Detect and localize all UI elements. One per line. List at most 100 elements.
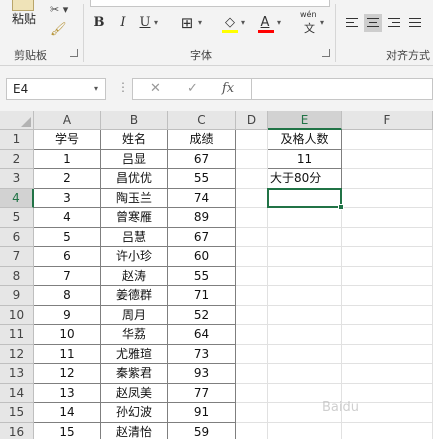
cell-f6[interactable] [342,228,433,247]
cell-c10[interactable]: 52 [168,306,236,325]
cell-a3[interactable]: 2 [34,169,101,189]
cell-d7[interactable] [236,247,268,267]
underline-dropdown-icon[interactable]: ▾ [154,14,158,32]
cell-f7[interactable] [342,247,433,267]
italic-button[interactable]: I [116,14,130,32]
cell-d3[interactable] [236,169,268,189]
cell-b3[interactable]: 昌优优 [101,169,168,189]
cell-f11[interactable] [342,325,433,345]
cell-d1[interactable] [236,130,268,150]
cell-d2[interactable] [236,150,268,169]
cell-a9[interactable]: 8 [34,286,101,306]
cell-f12[interactable] [342,345,433,364]
font-launcher-icon[interactable] [322,49,330,57]
cell-a7[interactable]: 6 [34,247,101,267]
cell-e9[interactable] [268,286,342,306]
cell-e3[interactable]: 大于80分 [268,169,342,189]
row-header-4[interactable]: 4 [0,189,34,208]
cell-b13[interactable]: 秦紫君 [101,364,168,384]
row-header-13[interactable]: 13 [0,364,34,384]
cell-c15[interactable]: 91 [168,403,236,423]
column-header-e[interactable]: E [268,111,342,130]
row-header-14[interactable]: 14 [0,384,34,403]
cell-e13[interactable] [268,364,342,384]
cell-b10[interactable]: 周月 [101,306,168,325]
enter-icon[interactable]: ✓ [187,80,198,98]
cell-f13[interactable] [342,364,433,384]
cell-b2[interactable]: 吕显 [101,150,168,169]
cell-e11[interactable] [268,325,342,345]
cell-a12[interactable]: 11 [34,345,101,364]
cell-a15[interactable]: 14 [34,403,101,423]
cell-b11[interactable]: 华荔 [101,325,168,345]
cell-f5[interactable] [342,208,433,228]
row-header-7[interactable]: 7 [0,247,34,267]
cell-e10[interactable] [268,306,342,325]
cell-c12[interactable]: 73 [168,345,236,364]
cell-f16[interactable] [342,423,433,439]
row-header-10[interactable]: 10 [0,306,34,325]
cell-d12[interactable] [236,345,268,364]
fill-color-dropdown-icon[interactable]: ▾ [241,14,245,32]
cell-f10[interactable] [342,306,433,325]
cell-e7[interactable] [268,247,342,267]
cell-e2[interactable]: 11 [268,150,342,169]
cell-a1[interactable]: 学号 [34,130,101,150]
cell-c8[interactable]: 55 [168,267,236,286]
column-header-b[interactable]: B [101,111,168,130]
column-header-d[interactable]: D [236,111,268,130]
cell-e5[interactable] [268,208,342,228]
cell-c11[interactable]: 64 [168,325,236,345]
cell-a11[interactable]: 10 [34,325,101,345]
clipboard-launcher-icon[interactable] [70,49,78,57]
select-all-corner[interactable] [0,111,34,130]
cell-d16[interactable] [236,423,268,439]
cell-c2[interactable]: 67 [168,150,236,169]
wrap-icon[interactable] [406,14,424,32]
font-color-dropdown-icon[interactable]: ▾ [277,14,281,32]
cell-c7[interactable]: 60 [168,247,236,267]
cell-b6[interactable]: 吕慧 [101,228,168,247]
cell-d10[interactable] [236,306,268,325]
cell-a2[interactable]: 1 [34,150,101,169]
cut-icon[interactable]: ✂ ▾ [50,3,68,16]
cell-e8[interactable] [268,267,342,286]
row-header-1[interactable]: 1 [0,130,34,150]
align-right-icon[interactable] [385,14,403,32]
paste-button[interactable]: 粘贴 [12,10,36,27]
cell-a13[interactable]: 12 [34,364,101,384]
cell-b9[interactable]: 姜德群 [101,286,168,306]
cell-b16[interactable]: 赵清怡 [101,423,168,439]
align-center-icon[interactable] [364,14,382,32]
cell-d8[interactable] [236,267,268,286]
cell-f3[interactable] [342,169,433,189]
cell-c13[interactable]: 93 [168,364,236,384]
phonetic-dropdown-icon[interactable]: ▾ [320,14,324,32]
cell-a16[interactable]: 15 [34,423,101,439]
cell-d5[interactable] [236,208,268,228]
formula-input[interactable] [252,78,433,100]
row-header-12[interactable]: 12 [0,345,34,364]
cell-c9[interactable]: 71 [168,286,236,306]
cell-f2[interactable] [342,150,433,169]
cell-d13[interactable] [236,364,268,384]
format-painter-icon[interactable]: 🖌 [50,22,67,37]
cell-b7[interactable]: 许小珍 [101,247,168,267]
row-header-11[interactable]: 11 [0,325,34,345]
cell-d14[interactable] [236,384,268,403]
cell-c1[interactable]: 成绩 [168,130,236,150]
row-header-2[interactable]: 2 [0,150,34,169]
cell-e6[interactable] [268,228,342,247]
cell-b5[interactable]: 曾寒雁 [101,208,168,228]
cell-b14[interactable]: 赵凤美 [101,384,168,403]
cell-b12[interactable]: 尤雅瑄 [101,345,168,364]
cell-a14[interactable]: 13 [34,384,101,403]
cell-e16[interactable] [268,423,342,439]
cell-d9[interactable] [236,286,268,306]
row-header-6[interactable]: 6 [0,228,34,247]
cell-c6[interactable]: 67 [168,228,236,247]
cell-d11[interactable] [236,325,268,345]
align-left-icon[interactable] [343,14,361,32]
cell-a8[interactable]: 7 [34,267,101,286]
cell-c4[interactable]: 74 [168,189,236,208]
